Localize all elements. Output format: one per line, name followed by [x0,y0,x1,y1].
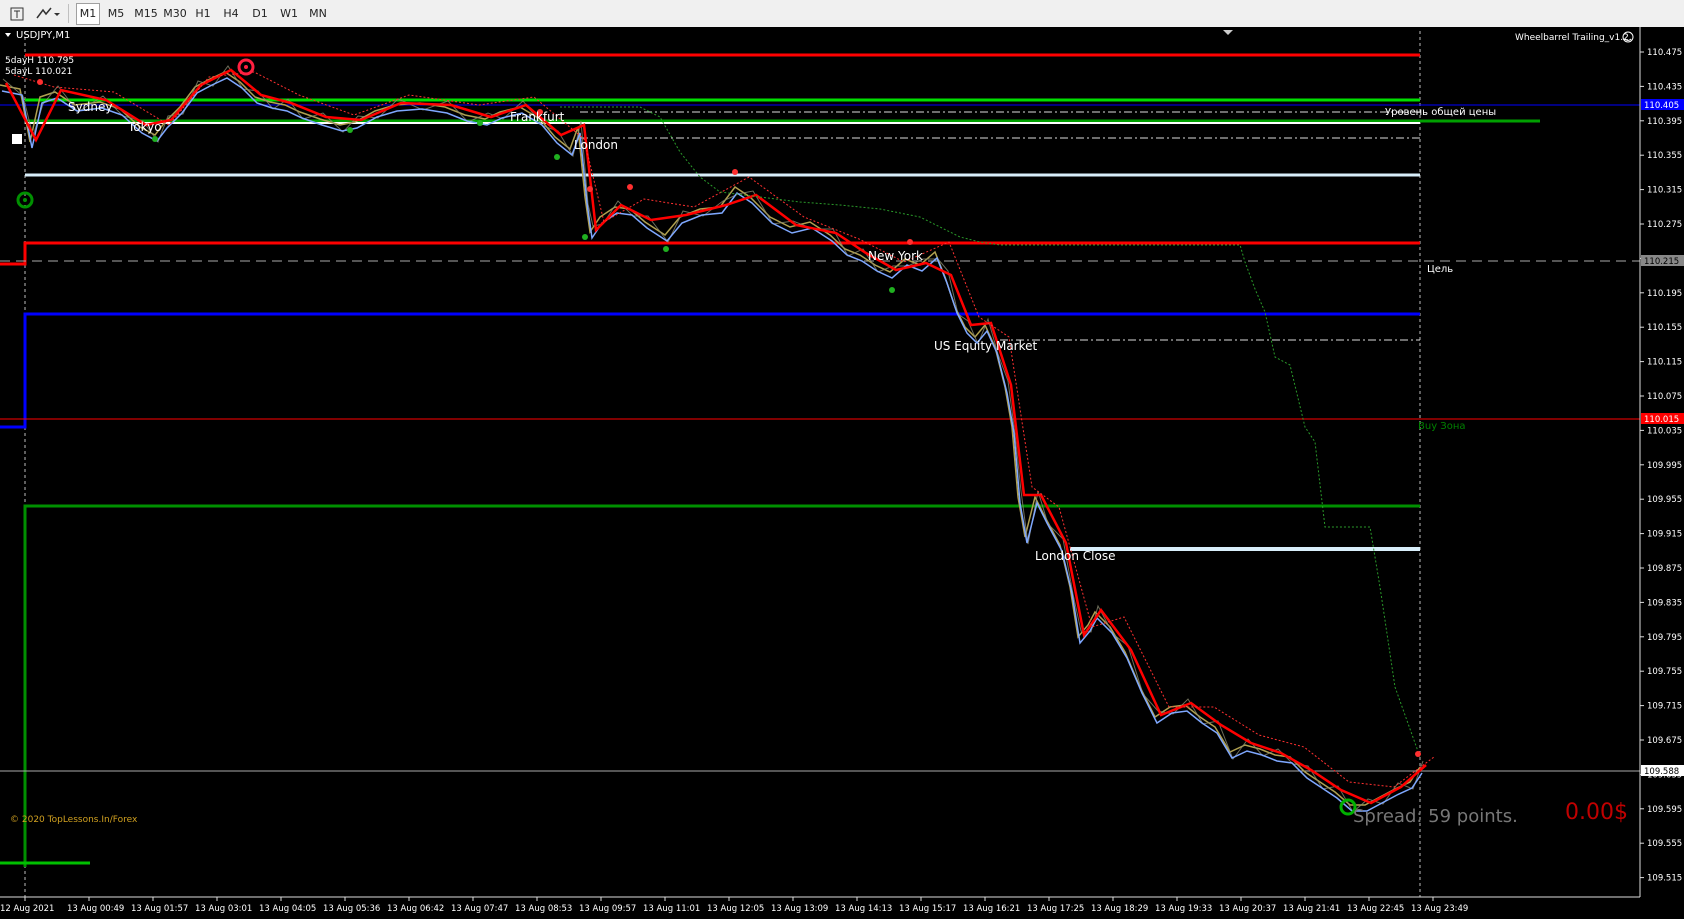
price-tick-label: 110.115 [1647,358,1682,368]
price-tick-label: 109.915 [1647,530,1682,540]
price-tick-label: 110.355 [1647,151,1682,161]
symbol-label: USDJPY,M1 [16,30,70,41]
timeframe-button-h1[interactable]: H1 [191,3,215,25]
buy-arrow-marker [477,120,483,126]
price-tick-label: 109.995 [1647,461,1682,471]
sell-arrow-marker [37,79,43,85]
sell-arrow-marker [587,186,593,192]
timeframe-button-h4[interactable]: H4 [219,3,243,25]
time-tick-label: 13 Aug 07:47 [451,904,508,914]
buy-arrow-marker [554,154,560,160]
time-tick-label: 13 Aug 16:21 [963,904,1020,914]
tools-dropdown-icon [36,7,60,19]
buy-signal-dot [23,198,27,202]
red-price-tag: 110.015 [1644,415,1679,425]
price-tick-label: 109.555 [1647,839,1682,849]
template-icon [10,7,24,21]
time-tick-label: 13 Aug 19:33 [1155,904,1212,914]
session-label-tokyo: Tokyo [127,120,162,134]
session-label-london-close: London Close [1035,549,1116,563]
time-tick-label: 13 Aug 01:57 [131,904,188,914]
target-label: Цель [1427,264,1453,275]
target-price-tag: 110.215 [1644,257,1679,267]
sell-arrow-marker [627,184,633,190]
copyright-label: © 2020 TopLessons.In/Forex [10,815,138,825]
price-tick-label: 109.755 [1647,667,1682,677]
time-tick-label: 13 Aug 23:49 [1411,904,1468,914]
timeframe-button-m5[interactable]: M5 [103,3,129,25]
buy-arrow-marker [663,246,669,252]
time-tick-label: 13 Aug 08:53 [515,904,572,914]
time-tick-label: 13 Aug 05:36 [323,904,380,914]
chart-template-icon[interactable] [6,3,28,25]
price-chart[interactable]: USDJPY,M1 5dayH 110.7955dayL 110.021 Wheel… [0,27,1684,919]
timeframe-button-w1[interactable]: W1 [276,3,302,25]
price-tick-label: 109.675 [1647,736,1682,746]
timeframe-button-m1[interactable]: M1 [76,3,100,25]
price-tick-label: 109.595 [1647,805,1682,815]
timeframe-button-d1[interactable]: D1 [248,3,272,25]
sell-signal-dot [244,65,248,69]
time-tick-label: 12 Aug 2021 [0,904,54,914]
price-tick-label: 109.835 [1647,598,1682,608]
price-tick-label: 109.715 [1647,702,1682,712]
timeframe-toolbar: M1 M5 M15 M30 H1 H4 D1 W1 MN [0,0,1684,28]
price-tick-label: 110.475 [1647,48,1682,58]
price-tick-label: 110.275 [1647,220,1682,230]
sell-arrow-marker [732,169,738,175]
time-tick-label: 13 Aug 20:37 [1219,904,1276,914]
time-tick-label: 13 Aug 21:41 [1283,904,1340,914]
price-tick-label: 109.875 [1647,564,1682,574]
toolbar-separator [68,4,69,23]
profit-label: 0.00$ [1565,800,1628,825]
price-tick-label: 109.515 [1647,874,1682,884]
session-label-london: London [574,138,618,152]
price-tick-label: 110.435 [1647,82,1682,92]
time-tick-label: 13 Aug 15:17 [899,904,956,914]
price-tick-label: 110.315 [1647,186,1682,196]
time-tick-label: 13 Aug 22:45 [1347,904,1404,914]
five-day-low-label: 5dayL 110.021 [5,67,72,77]
blue-price-tag: 110.405 [1644,101,1679,111]
time-tick-label: 13 Aug 18:29 [1091,904,1148,914]
price-tick-label: 110.395 [1647,117,1682,127]
sell-arrow-marker [907,239,913,245]
time-tick-label: 13 Aug 12:05 [707,904,764,914]
session-label-us-equity-market: US Equity Market [934,339,1038,353]
buy-arrow-marker [582,234,588,240]
buy-zone-label: Buy Зона [1418,421,1466,432]
current-price-tag: 109.588 [1644,767,1679,777]
line-tools-icon[interactable] [32,3,64,25]
buy-arrow-marker [347,127,353,133]
price-tick-label: 110.075 [1647,392,1682,402]
timeframe-button-m15[interactable]: M15 [132,3,160,25]
price-tick-label: 110.155 [1647,323,1682,333]
time-tick-label: 13 Aug 13:09 [771,904,828,914]
session-label-new-york: New York [868,249,923,263]
spread-label: Spread: 59 points. [1353,806,1518,827]
time-tick-label: 13 Aug 03:01 [195,904,252,914]
buy-arrow-marker [1415,751,1421,757]
price-tick-label: 109.795 [1647,633,1682,643]
five-day-high-label: 5dayH 110.795 [5,56,74,66]
time-tick-label: 13 Aug 17:25 [1027,904,1084,914]
time-tick-label: 13 Aug 14:13 [835,904,892,914]
buy-arrow-marker [152,136,158,142]
time-tick-label: 13 Aug 09:57 [579,904,636,914]
common-price-label: Уровень общей цены [1385,107,1496,118]
session-label-frankfurt: Frankfurt [510,110,565,124]
buy-arrow-marker [889,287,895,293]
price-tick-label: 110.035 [1647,426,1682,436]
indicator-name-label: Wheelbarrel Trailing_v1.2 [1515,33,1629,43]
time-tick-label: 13 Aug 06:42 [387,904,444,914]
time-tick-label: 13 Aug 11:01 [643,904,700,914]
session-label-sydney: Sydney [68,100,112,114]
price-tick-label: 109.955 [1647,495,1682,505]
white-square-marker [12,134,22,144]
time-tick-label: 13 Aug 04:05 [259,904,316,914]
timeframe-button-m30[interactable]: M30 [161,3,189,25]
time-tick-label: 13 Aug 00:49 [67,904,124,914]
price-tick-label: 110.195 [1647,289,1682,299]
timeframe-button-mn[interactable]: MN [305,3,331,25]
